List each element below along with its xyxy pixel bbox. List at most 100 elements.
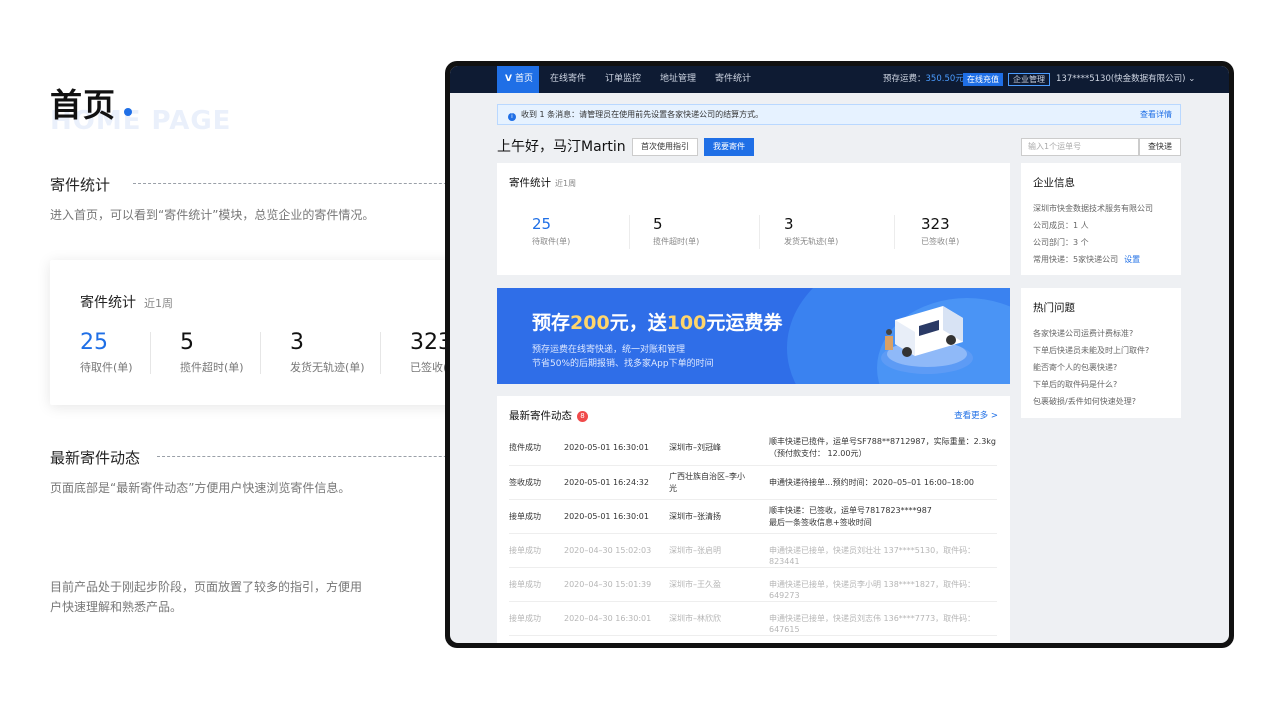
banner-title-mid: 元，送 <box>609 312 667 334</box>
send-stats-subtitle: 近1周 <box>555 179 577 188</box>
row-status: 接单成功 <box>509 512 541 521</box>
nav-home[interactable]: V 首页 <box>497 66 539 93</box>
stat-signed[interactable]: 323 已签收(单) <box>921 215 959 247</box>
row-status: 接单成功 <box>509 614 541 623</box>
stat-pending-pickup[interactable]: 25 待取件(单) <box>80 330 133 375</box>
row-detail: 申通快递待接单...预约时间：2020–05–01 16:00–18:00 <box>769 478 974 487</box>
faq-item[interactable]: 各家快递公司运费计费标准? <box>1033 328 1133 339</box>
latest-shipping-card: 最新寄件动态 8 查看更多 > 揽件成功 2020-05-01 16:30:01 … <box>497 396 1010 643</box>
first-use-guide-button[interactable]: 首次使用指引 <box>632 138 698 156</box>
company-name: 深圳市快金数据技术服务有限公司 <box>1033 204 1153 213</box>
notice-bar: i 收到 1 条消息：请管理员在使用前先设置各家快递公司的结算方式。 查看详情 <box>497 104 1181 125</box>
nav-order-monitor[interactable]: 订单监控 <box>605 66 641 93</box>
express-setting-link[interactable]: 设置 <box>1124 255 1140 264</box>
nav-address-manage[interactable]: 地址管理 <box>660 66 696 93</box>
table-row[interactable]: 接单成功 2020–04–30 15:02:03 深圳市–张启明 申通快递已接单… <box>509 534 997 568</box>
send-stats-header: 寄件统计 近1周 <box>509 175 576 190</box>
annotation-title-news: 最新寄件动态 <box>50 449 141 467</box>
hero-title-block: HOME PAGE 首页 <box>50 80 230 136</box>
table-row[interactable]: 揽件成功 2020-05-01 16:30:01 深圳市–刘冠峰 顺丰快递已揽件… <box>509 430 997 466</box>
send-parcel-button[interactable]: 我要寄件 <box>704 138 754 156</box>
view-more-link[interactable]: 查看更多 > <box>954 409 998 421</box>
annotation-desc-stats: 进入首页，可以看到“寄件统计”模块，总览企业的寄件情况。 <box>50 208 375 222</box>
row-detail: 顺丰快递：已签收，运单号7817823****987 <box>769 506 932 515</box>
row-detail-extra: 最后一条签收信息+签收时间 <box>769 518 872 527</box>
stat-value: 5 <box>653 215 663 233</box>
annotation-connector-stats <box>133 183 482 184</box>
stat-label: 发货无轨迹(单) <box>290 361 365 374</box>
query-express-button[interactable]: 查快递 <box>1139 138 1181 156</box>
company-info-card: 企业信息 深圳市快金数据技术服务有限公司 公司成员：1 人 公司部门：3 个 常… <box>1021 163 1181 275</box>
row-detail: 顺丰快递已揽件，运单号SF788**8712987，实际重量：2.3kg <box>769 437 997 446</box>
stats-card-header: 寄件统计 近1周 <box>80 292 173 312</box>
stat-value: 3 <box>290 330 304 355</box>
table-row[interactable]: 接单成功 2020–04–30 15:01:39 深圳市–王久盈 申通快递已接单… <box>509 568 997 602</box>
company-departments: 公司部门：3 个 <box>1033 238 1089 247</box>
balance-display: 预存运费：350.50元 <box>883 66 964 93</box>
faq-item[interactable]: 包裹破损/丢件如何快速处理? <box>1033 396 1136 407</box>
stat-no-tracking[interactable]: 3 发货无轨迹(单) <box>784 215 838 247</box>
stat-value: 3 <box>784 215 794 233</box>
stat-label: 发货无轨迹(单) <box>784 237 839 246</box>
send-stats-title: 寄件统计 <box>509 177 551 189</box>
row-recipient: 深圳市–刘冠峰 <box>669 443 721 452</box>
banner-line-2: 节省50%的后期报销、找多家App下单的时间 <box>532 359 714 369</box>
stat-divider <box>894 215 895 249</box>
latest-shipping-title: 最新寄件动态 <box>509 410 572 422</box>
unread-count-badge: 8 <box>577 411 588 422</box>
account-menu[interactable]: 137****5130(快金数据有限公司) ⌄ <box>1056 66 1195 93</box>
annotation-title-stats: 寄件统计 <box>50 176 111 194</box>
stat-value: 5 <box>180 330 194 355</box>
device-frame: V 首页 在线寄件 订单监控 地址管理 寄件统计 预存运费：350.50元 在线充… <box>445 61 1234 648</box>
faq-item[interactable]: 能否寄个人的包裹快递? <box>1033 362 1117 373</box>
nav-home-label: 首页 <box>514 74 533 84</box>
stats-card-enlarged: 寄件统计 近1周 25 待取件(单) 5 揽件超时(单) 3 发货无轨迹(单) 3… <box>50 260 490 405</box>
row-status: 接单成功 <box>509 546 541 555</box>
row-time: 2020–04–30 15:01:39 <box>564 580 652 589</box>
table-row[interactable]: 接单成功 2020–04–30 16:30:01 深圳市–林欣欣 申通快递已接单… <box>509 602 997 636</box>
greeting: 上午好，马汀Martin <box>497 139 626 155</box>
row-recipient: 广西壮族自治区–李小 <box>669 472 745 481</box>
banner-line-1: 预存运费在线寄快递，统一对账和管理 <box>532 345 686 355</box>
stat-pickup-timeout[interactable]: 5 揽件超时(单) <box>653 215 699 247</box>
stat-divider <box>150 332 151 374</box>
enterprise-manage-button[interactable]: 企业管理 <box>1008 73 1050 86</box>
balance-amount: 350.50元 <box>925 74 964 84</box>
nav-send-stats[interactable]: 寄件统计 <box>715 66 751 93</box>
stat-divider <box>759 215 760 249</box>
send-stats-card: 寄件统计 近1周 25 待取件(单) 5 揽件超时(单) 3 发货无轨迹(单) 3 <box>497 163 1010 275</box>
company-info-title: 企业信息 <box>1033 177 1075 189</box>
row-recipient: 深圳市–张启明 <box>669 546 721 555</box>
logo-v-icon: V <box>505 74 512 84</box>
faq-title: 热门问题 <box>1033 302 1075 314</box>
stat-label: 揽件超时(单) <box>653 237 700 246</box>
stat-value: 25 <box>532 215 552 233</box>
stat-divider <box>380 332 381 374</box>
promo-banner[interactable]: 预存200元，送100元运费券 预存运费在线寄快递，统一对账和管理 节省50%的… <box>497 288 1010 384</box>
table-row[interactable]: 签收成功 2020-05-01 16:24:32 广西壮族自治区–李小 光 申通… <box>509 466 997 500</box>
latest-shipping-header: 最新寄件动态 8 <box>509 408 588 423</box>
nav-online-send[interactable]: 在线寄件 <box>550 66 586 93</box>
stat-label: 揽件超时(单) <box>180 361 244 374</box>
faq-item[interactable]: 下单后快递员未能及时上门取件? <box>1033 345 1149 356</box>
stats-card-subtitle: 近1周 <box>144 297 173 310</box>
row-time: 2020-05-01 16:30:01 <box>564 443 649 452</box>
stat-pending-pickup[interactable]: 25 待取件(单) <box>532 215 570 247</box>
faq-item[interactable]: 下单后的取件码是什么? <box>1033 379 1117 390</box>
row-recipient: 深圳市–张清扬 <box>669 512 721 521</box>
stat-divider <box>260 332 261 374</box>
row-detail: 申通快递已接单，快递员刘壮壮 137****5130，取件码：823441 <box>769 546 976 566</box>
title-dot-decoration <box>124 108 132 116</box>
stat-pickup-timeout[interactable]: 5 揽件超时(单) <box>180 330 244 375</box>
common-express-text: 常用快递：5家快递公司 <box>1033 255 1119 264</box>
table-row[interactable]: 接单成功 2020-05-01 16:30:01 深圳市–张清扬 顺丰快递：已签… <box>509 500 997 534</box>
tracking-search-input[interactable]: 输入1个运单号 <box>1021 138 1139 156</box>
footer-note-line-1: 目前产品处于刚起步阶段，页面放置了较多的指引，方便用 <box>50 580 363 594</box>
stat-no-tracking[interactable]: 3 发货无轨迹(单) <box>290 330 365 375</box>
banner-title-pre: 预存 <box>532 312 571 334</box>
row-time: 2020–04–30 15:02:03 <box>564 546 652 555</box>
account-name: 137****5130(快金数据有限公司) <box>1056 74 1186 84</box>
row-time: 2020-05-01 16:30:01 <box>564 512 649 521</box>
notice-detail-link[interactable]: 查看详情 <box>1140 105 1172 124</box>
recharge-button[interactable]: 在线充值 <box>963 73 1003 86</box>
